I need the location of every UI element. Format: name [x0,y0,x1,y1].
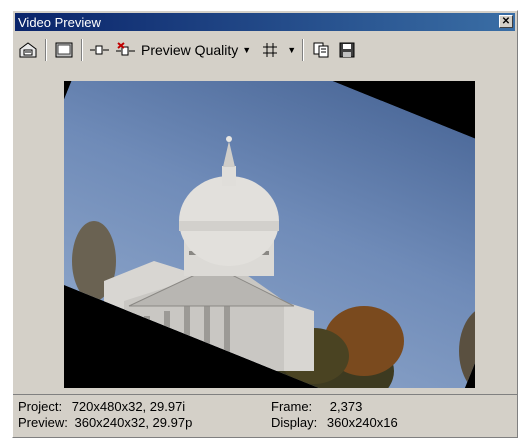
save-snapshot-button[interactable] [336,39,358,61]
dropdown-arrow-icon[interactable]: ▼ [287,45,296,55]
display-value: 360x240x16 [326,415,398,430]
properties-icon [19,42,37,58]
split-screen-button[interactable] [89,39,111,61]
project-info: Project: 720x480x32, 29.97i [18,399,185,414]
split-screen-select-button[interactable] [115,39,137,61]
close-button[interactable]: ✕ [499,15,513,28]
status-bar: Project: 720x480x32, 29.97i Preview: 360… [13,394,517,437]
properties-button[interactable] [17,39,39,61]
frame-label: Frame: [271,399,313,414]
preview-quality-label: Preview Quality [141,42,239,58]
display-info: Display: 360x240x16 [271,415,398,430]
window-title: Video Preview [18,14,101,30]
toolbar: Preview Quality ▼ ▼ [17,37,513,63]
split-remove-icon [116,42,135,56]
capitol-image [72,136,475,388]
overlays-button[interactable]: ▼ [261,39,296,61]
preview-value: 360x240x32, 29.97p [74,415,193,430]
dropdown-arrow-icon: ▼ [242,45,252,55]
project-value: 720x480x32, 29.97i [71,399,186,414]
project-label: Project: [18,399,63,414]
video-preview-frame[interactable] [64,81,475,388]
frame-info: Frame: 2,373 [271,399,362,414]
grid-icon [263,43,278,57]
video-preview-window: Video Preview ✕ Preview Quality ▼ ▼ Proj… [12,10,518,438]
preview-device-icon [55,42,73,58]
display-label: Display: [271,415,318,430]
split-icon [90,45,109,55]
save-icon [339,42,355,58]
copy-icon [313,42,329,58]
copy-snapshot-button[interactable] [310,39,332,61]
toolbar-separator [45,39,47,61]
preview-device-button[interactable] [53,39,75,61]
preview-quality-dropdown[interactable]: Preview Quality ▼ [141,39,251,61]
toolbar-separator [302,39,305,61]
preview-label: Preview: [18,415,68,430]
frame-value: 2,373 [329,399,363,414]
title-bar[interactable]: Video Preview ✕ [15,13,515,31]
preview-info: Preview: 360x240x32, 29.97p [18,415,192,430]
toolbar-separator [81,39,83,61]
rotated-video-frame [64,81,475,388]
close-icon: ✕ [501,15,511,27]
